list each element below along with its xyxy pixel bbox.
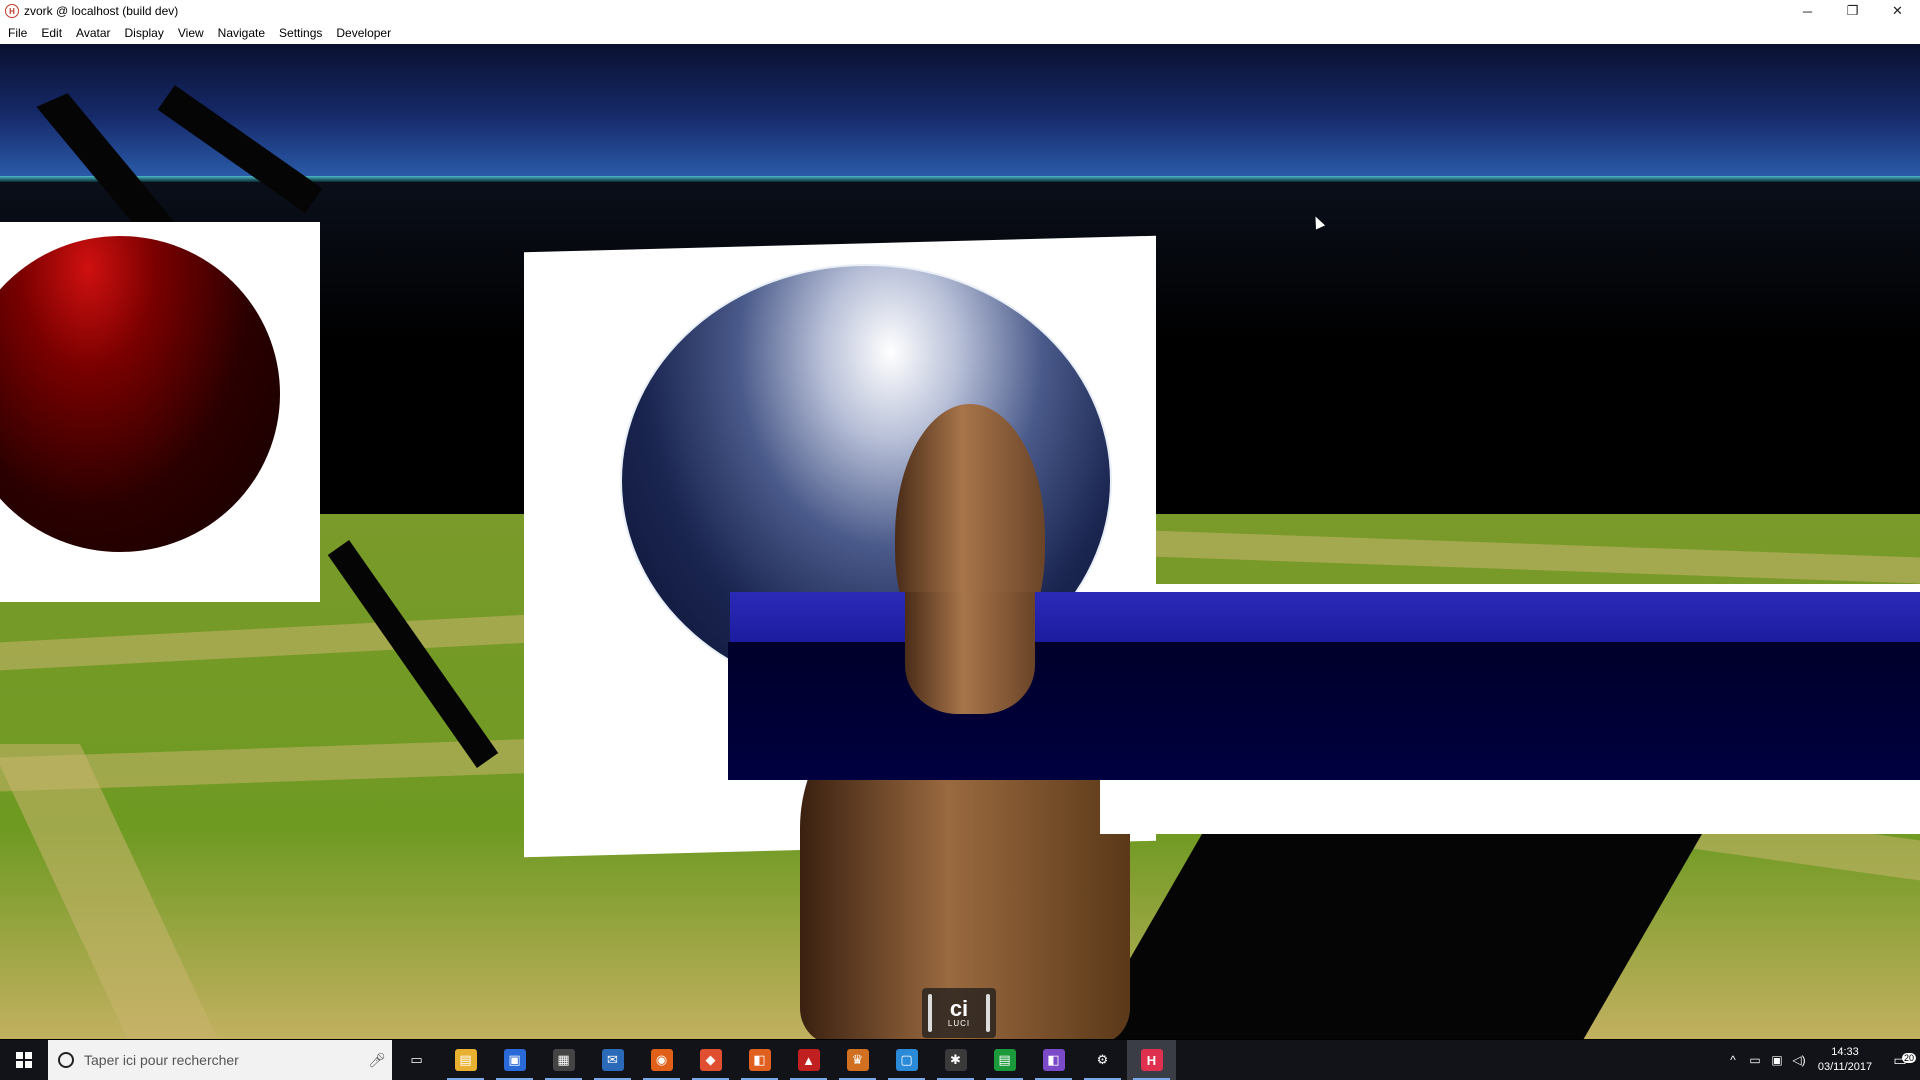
taskbar-apps: ▭ ▤ ▣ ▦ ✉ ◉ ◆ ◧ ▲ ♛ ▢ ✱ ▤ ◧ ⚙ H — [392, 1040, 1176, 1080]
menu-view[interactable]: View — [171, 22, 211, 44]
clock-date: 03/11/2017 — [1817, 1061, 1873, 1073]
luci-overlay-badge[interactable]: ci LUCI — [922, 988, 996, 1038]
spreadsheet-icon: ▤ — [993, 1049, 1016, 1071]
app-logo-icon: H — [5, 4, 19, 18]
restore-button[interactable]: ❐ — [1830, 0, 1875, 22]
menu-settings[interactable]: Settings — [272, 22, 329, 44]
menu-display[interactable]: Display — [118, 22, 171, 44]
taskbar-app-button[interactable]: ▤ — [441, 1040, 490, 1080]
window-controls: ─ ❐ ✕ — [1785, 0, 1920, 22]
file-explorer-icon: ▤ — [454, 1049, 477, 1071]
interface-app-icon: H — [1140, 1049, 1163, 1071]
firefox-icon: ◉ — [650, 1049, 673, 1071]
minimize-button[interactable]: ─ — [1785, 0, 1830, 22]
microphone-icon[interactable]: 🎤︎ — [362, 1052, 392, 1069]
store-icon: ▣ — [503, 1049, 526, 1071]
battery-icon[interactable]: ▭ — [1744, 1053, 1766, 1067]
search-placeholder: Taper ici pour rechercher — [84, 1052, 239, 1068]
tray-clock[interactable]: 14:33 03/11/2017 — [1810, 1045, 1880, 1075]
triangle-app-icon: ▲ — [797, 1049, 820, 1071]
thunderbird-icon: ✉ — [601, 1049, 624, 1071]
title-bar: H zvork @ localhost (build dev) ─ ❐ ✕ — [0, 0, 1920, 22]
cortana-icon — [58, 1052, 74, 1068]
settings-icon: ⚙ — [1091, 1049, 1114, 1071]
tray-expand-icon[interactable]: ^ — [1722, 1053, 1744, 1067]
window-app-icon: ▢ — [895, 1049, 918, 1071]
taskbar-app-button[interactable]: ♛ — [833, 1040, 882, 1080]
menu-navigate[interactable]: Navigate — [211, 22, 272, 44]
git-icon: ◆ — [699, 1049, 722, 1071]
start-button[interactable] — [0, 1040, 48, 1080]
taskbar-app-button[interactable]: ▲ — [784, 1040, 833, 1080]
crown-app-icon: ♛ — [846, 1049, 869, 1071]
action-center-button[interactable]: ▭ 20 — [1880, 1052, 1920, 1069]
system-tray: ^ ▭ ▣ ◁) 14:33 03/11/2017 ▭ 20 — [1722, 1040, 1920, 1080]
menu-edit[interactable]: Edit — [34, 22, 69, 44]
network-icon[interactable]: ▣ — [1766, 1053, 1788, 1067]
taskbar-app-button[interactable]: ▣ — [490, 1040, 539, 1080]
window-title: zvork @ localhost (build dev) — [24, 4, 179, 18]
taskbar-app-button[interactable]: ⚙ — [1078, 1040, 1127, 1080]
visual-studio-code-icon: ◧ — [748, 1049, 771, 1071]
task-view-icon: ▭ — [405, 1049, 428, 1071]
menu-avatar[interactable]: Avatar — [69, 22, 117, 44]
notification-count: 20 — [1901, 1052, 1916, 1063]
close-button[interactable]: ✕ — [1875, 0, 1920, 22]
visual-studio-icon: ◧ — [1042, 1049, 1065, 1071]
clock-time: 14:33 — [1831, 1046, 1859, 1058]
taskbar-app-button[interactable]: ◧ — [1029, 1040, 1078, 1080]
taskbar-app-button[interactable]: ✱ — [931, 1040, 980, 1080]
menu-file[interactable]: File — [0, 22, 34, 44]
menu-bar: File Edit Avatar Display View Navigate S… — [0, 22, 1920, 44]
taskbar-app-button[interactable]: ✉ — [588, 1040, 637, 1080]
taskbar-app-button[interactable]: ◆ — [686, 1040, 735, 1080]
windows-logo-icon — [16, 1052, 32, 1068]
taskbar-app-button[interactable]: ▢ — [882, 1040, 931, 1080]
taskbar-app-button[interactable]: H — [1127, 1040, 1176, 1080]
taskbar-app-button[interactable]: ◉ — [637, 1040, 686, 1080]
luci-badge-label: LUCI — [947, 1018, 971, 1028]
taskbar-app-button[interactable]: ▤ — [980, 1040, 1029, 1080]
slack-icon: ✱ — [944, 1049, 967, 1071]
taskbar-app-button[interactable]: ▭ — [392, 1040, 441, 1080]
taskbar-app-button[interactable]: ◧ — [735, 1040, 784, 1080]
menu-developer[interactable]: Developer — [329, 22, 398, 44]
taskbar-app-button[interactable]: ▦ — [539, 1040, 588, 1080]
avatar-head — [905, 592, 1035, 714]
3d-viewport[interactable] — [0, 44, 1920, 1039]
taskbar-search[interactable]: Taper ici pour rechercher 🎤︎ — [48, 1040, 392, 1080]
luci-badge-main: ci — [949, 995, 969, 1021]
taskbar: Taper ici pour rechercher 🎤︎ ▭ ▤ ▣ ▦ ✉ ◉ ◆ ◧ ▲ ♛ ▢… — [0, 1040, 1920, 1080]
volume-icon[interactable]: ◁) — [1788, 1053, 1810, 1067]
calculator-icon: ▦ — [552, 1049, 575, 1071]
luci-bar-left — [928, 994, 932, 1032]
luci-bar-right — [986, 994, 990, 1032]
